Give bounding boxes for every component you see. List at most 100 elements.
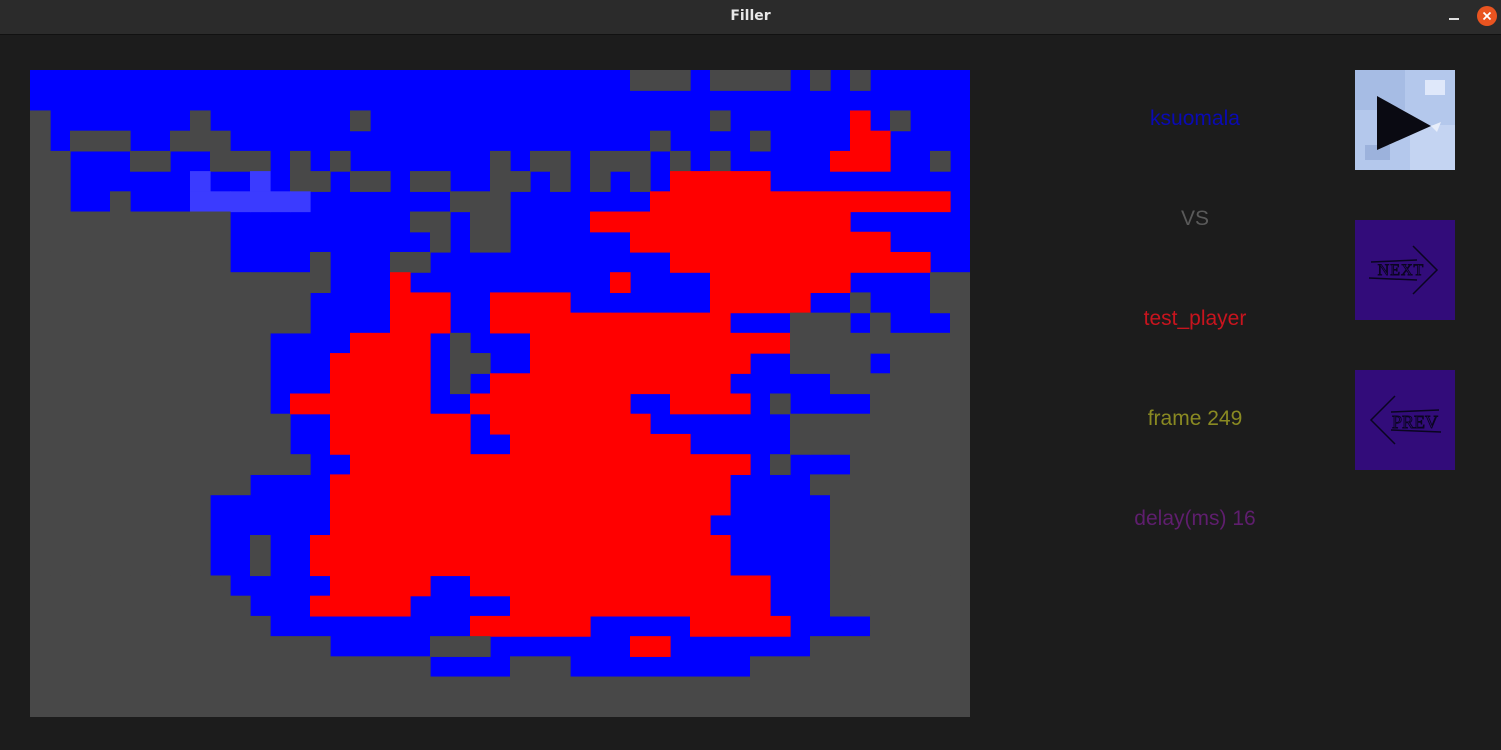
player2-cell <box>530 393 551 415</box>
empty-cell <box>490 171 511 192</box>
player2-cell <box>630 312 651 334</box>
player2-cell <box>850 150 871 172</box>
empty-cell <box>230 595 251 617</box>
player2-cell <box>410 535 431 556</box>
empty-cell <box>50 332 71 354</box>
last-piece-cell <box>190 171 211 192</box>
player2-cell <box>670 474 691 496</box>
player2-cell <box>410 494 431 516</box>
empty-cell <box>210 332 231 354</box>
empty-cell <box>890 535 911 556</box>
empty-cell <box>190 535 211 556</box>
empty-cell <box>950 474 970 496</box>
empty-cell <box>830 413 851 435</box>
player2-cell <box>650 433 671 455</box>
player2-cell <box>530 312 551 334</box>
empty-cell <box>890 454 911 475</box>
empty-cell <box>90 514 111 536</box>
empty-cell <box>90 272 111 294</box>
empty-cell <box>150 332 171 354</box>
empty-cell <box>170 272 191 294</box>
empty-cell <box>870 413 891 435</box>
empty-cell <box>110 312 131 334</box>
empty-cell <box>910 595 931 617</box>
minimize-button[interactable] <box>1444 6 1464 26</box>
player2-cell <box>690 332 711 354</box>
player2-cell <box>710 555 731 577</box>
empty-cell <box>30 353 51 374</box>
empty-cell <box>30 171 51 192</box>
player2-cell <box>590 211 611 233</box>
empty-cell <box>870 535 891 556</box>
player2-cell <box>530 575 551 597</box>
close-button[interactable] <box>1477 6 1497 26</box>
empty-cell <box>110 211 131 233</box>
player2-cell <box>770 332 791 354</box>
empty-cell <box>490 211 511 233</box>
play-button[interactable] <box>1355 70 1455 170</box>
player2-cell <box>630 514 651 536</box>
empty-cell <box>130 231 151 253</box>
player2-cell <box>570 353 591 374</box>
player2-cell <box>330 393 351 415</box>
empty-cell <box>910 413 931 435</box>
prev-button[interactable]: PREV <box>1355 370 1455 470</box>
empty-cell <box>310 251 331 273</box>
empty-cell <box>130 696 151 717</box>
empty-cell <box>890 575 911 597</box>
next-button[interactable]: NEXT <box>1355 220 1455 320</box>
player2-cell <box>650 312 671 334</box>
player2-cell <box>570 494 591 516</box>
empty-cell <box>70 555 91 577</box>
empty-cell <box>530 696 551 717</box>
empty-cell <box>270 292 291 314</box>
player2-cell <box>550 555 571 577</box>
empty-cell <box>870 595 891 617</box>
player2-cell <box>370 413 391 435</box>
empty-cell <box>890 393 911 415</box>
player2-cell <box>690 454 711 475</box>
player2-cell <box>450 474 471 496</box>
player2-cell <box>770 615 791 637</box>
empty-cell <box>190 353 211 374</box>
empty-cell <box>130 292 151 314</box>
player2-cell <box>590 555 611 577</box>
player2-cell <box>770 211 791 233</box>
empty-cell <box>830 514 851 536</box>
empty-cell <box>210 656 231 678</box>
empty-cell <box>150 433 171 455</box>
empty-cell <box>30 272 51 294</box>
empty-cell <box>230 292 251 314</box>
empty-cell <box>170 555 191 577</box>
player2-cell <box>690 353 711 374</box>
empty-cell <box>250 696 271 717</box>
player2-cell <box>630 636 651 657</box>
player2-cell <box>390 353 411 374</box>
empty-cell <box>150 595 171 617</box>
player2-cell <box>690 312 711 334</box>
empty-cell <box>530 676 551 698</box>
empty-cell <box>150 676 171 698</box>
player2-cell <box>690 595 711 617</box>
empty-cell <box>310 636 331 657</box>
empty-cell <box>50 454 71 475</box>
empty-cell <box>70 636 91 657</box>
empty-cell <box>930 514 951 536</box>
player2-cell <box>710 494 731 516</box>
player2-cell <box>790 251 811 273</box>
player2-cell <box>310 393 331 415</box>
empty-cell <box>250 353 271 374</box>
player2-cell <box>670 191 691 213</box>
player2-cell <box>370 373 391 395</box>
empty-cell <box>170 413 191 435</box>
empty-cell <box>270 696 291 717</box>
empty-cell <box>130 494 151 516</box>
player2-cell <box>630 373 651 395</box>
empty-cell <box>630 696 651 717</box>
player2-cell <box>670 494 691 516</box>
empty-cell <box>50 676 71 698</box>
empty-cell <box>370 656 391 678</box>
empty-cell <box>830 353 851 374</box>
player2-cell <box>690 615 711 637</box>
empty-cell <box>910 373 931 395</box>
